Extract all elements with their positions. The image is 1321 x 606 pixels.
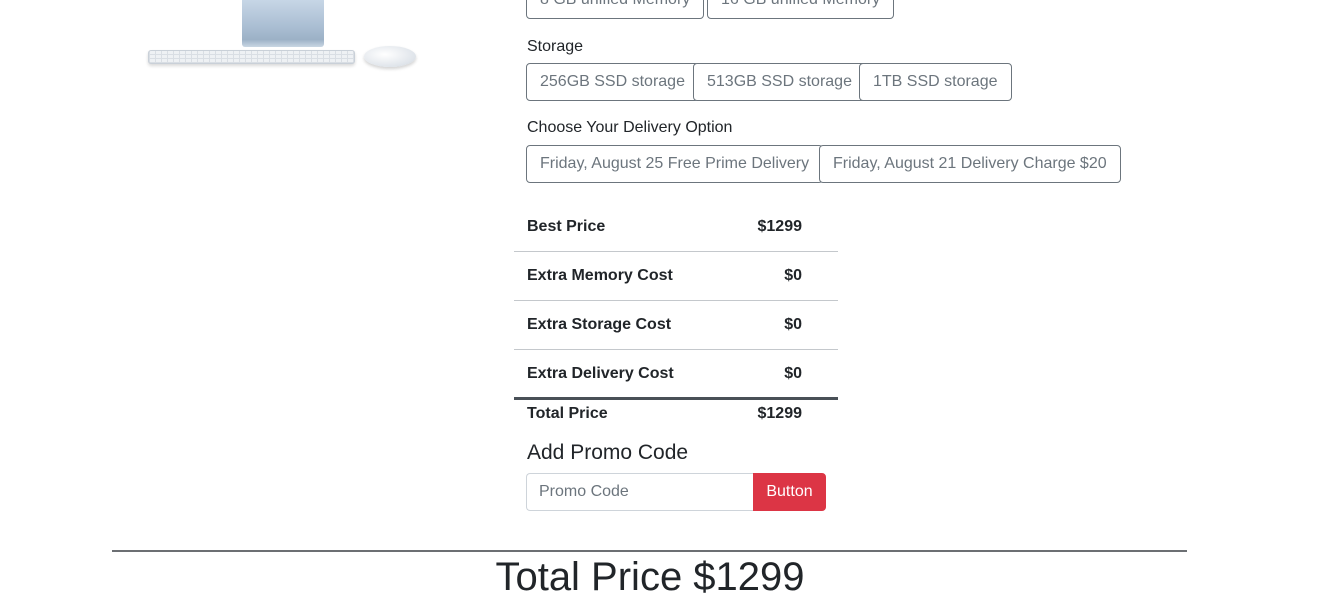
delivery-option-free[interactable]: Friday, August 25 Free Prime Delivery [526,145,824,183]
total-price-label: Total Price [527,405,608,422]
storage-option-1tb[interactable]: 1TB SSD storage [859,63,1012,101]
divider [112,550,1187,552]
price-row-label: Best Price [527,218,606,235]
price-row-value: $0 [784,365,802,382]
price-row-delivery: Extra Delivery Cost $0 [514,350,838,400]
price-row-storage: Extra Storage Cost $0 [514,301,838,350]
delivery-option-express[interactable]: Friday, August 21 Delivery Charge $20 [819,145,1121,183]
apply-promo-button[interactable]: Button [753,473,826,511]
storage-option-513gb[interactable]: 513GB SSD storage [693,63,866,101]
price-row-memory: Extra Memory Cost $0 [514,252,838,301]
memory-option-8gb[interactable]: 8 GB unified Memory [526,0,705,19]
price-row-value: $0 [784,267,802,284]
storage-option-256gb[interactable]: 256GB SSD storage [526,63,699,101]
price-row-value: $1299 [757,218,803,235]
delivery-label: Choose Your Delivery Option [527,119,733,136]
promo-title: Add Promo Code [527,441,689,464]
price-row-best: Best Price $1299 [514,203,838,252]
storage-label: Storage [527,38,584,55]
product-image [145,0,420,70]
price-row-value: $0 [784,316,802,333]
grand-total: Total Price $1299 [495,555,805,599]
price-table: Best Price $1299 Extra Memory Cost $0 Ex… [514,203,838,430]
promo-code-input[interactable] [526,473,754,511]
price-row-total: Total Price $1299 [514,400,838,430]
imac-stand-foot [242,40,324,47]
mouse-image [364,46,416,67]
memory-option-16gb[interactable]: 16 GB unified Memory [707,0,895,19]
price-row-label: Extra Delivery Cost [527,365,674,382]
total-price-value: $1299 [757,405,803,422]
keyboard-image [148,50,355,64]
price-row-label: Extra Memory Cost [527,267,673,284]
price-row-label: Extra Storage Cost [527,316,672,333]
